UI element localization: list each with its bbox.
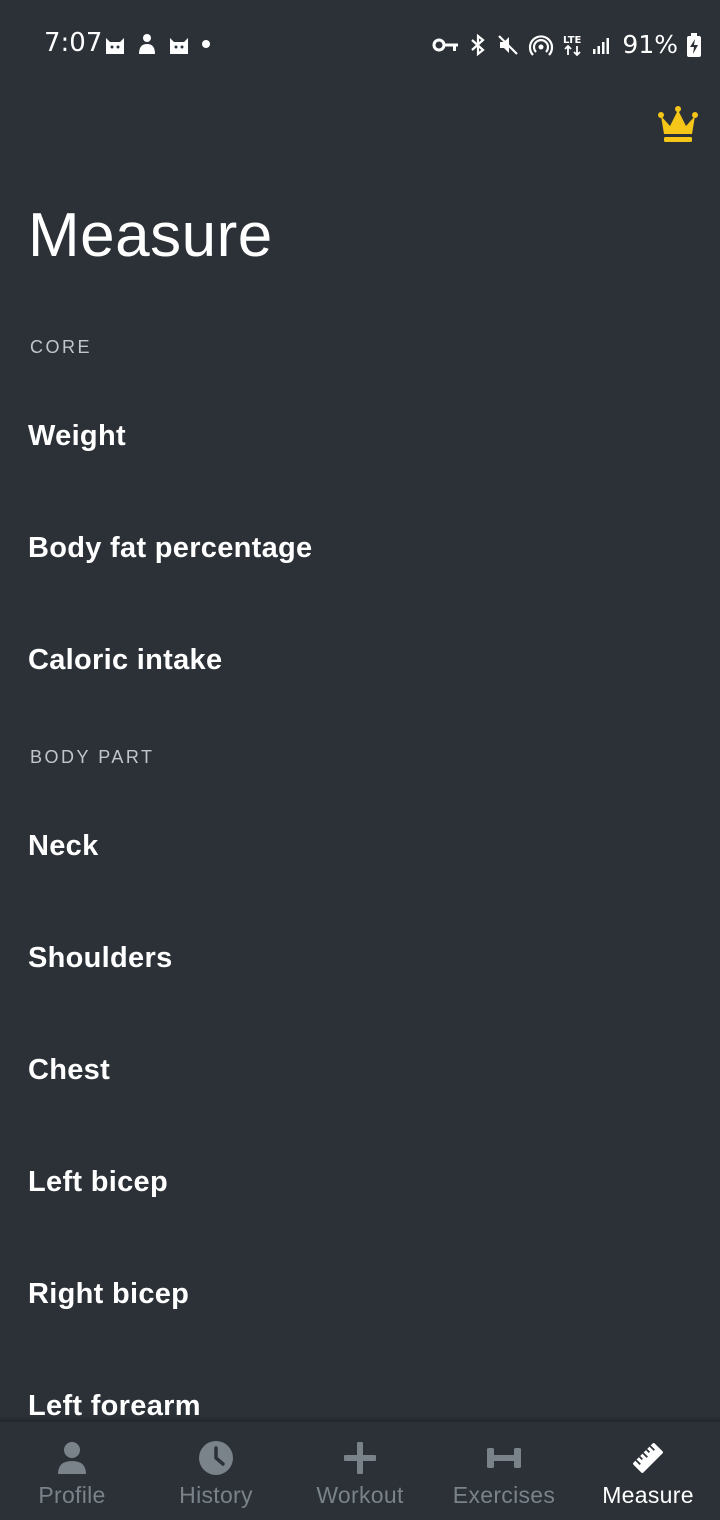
section-header-core: CORE xyxy=(30,337,93,357)
bluetooth-icon xyxy=(471,33,486,56)
system-icons: LTE 91% xyxy=(432,30,702,59)
list-item-chest[interactable]: Chest xyxy=(0,1014,720,1126)
crown-icon xyxy=(658,106,698,142)
cat-notification-icon xyxy=(170,38,188,54)
list-item-label: Neck xyxy=(28,829,99,862)
notification-icons xyxy=(103,32,213,56)
list-item-label: Left forearm xyxy=(28,1389,201,1422)
svg-text:LTE: LTE xyxy=(563,35,582,46)
list-item-label: Caloric intake xyxy=(28,643,223,676)
bottom-navigation: Profile History Workout Exercises Measur… xyxy=(0,1421,720,1520)
list-item-label: Right bicep xyxy=(28,1277,190,1310)
mute-icon xyxy=(498,34,519,55)
battery-charging-icon xyxy=(687,32,701,57)
person-notification-icon xyxy=(139,34,155,54)
battery-percent: 91% xyxy=(622,30,678,59)
nav-profile[interactable]: Profile xyxy=(0,1422,144,1520)
list-item-shoulders[interactable]: Shoulders xyxy=(0,902,720,1014)
nav-label-profile: Profile xyxy=(38,1482,106,1508)
dumbbell-icon xyxy=(484,1438,524,1478)
ruler-icon xyxy=(628,1438,668,1478)
nav-label-history: History xyxy=(179,1482,253,1508)
dot-icon xyxy=(202,40,210,48)
nav-workout[interactable]: Workout xyxy=(288,1422,432,1520)
list-item-body-fat-percentage[interactable]: Body fat percentage xyxy=(0,492,720,604)
nav-measure[interactable]: Measure xyxy=(576,1422,720,1520)
clock-icon xyxy=(196,1438,236,1478)
premium-crown-button[interactable] xyxy=(658,104,698,144)
list-item-label: Body fat percentage xyxy=(28,531,313,564)
list-item-label: Chest xyxy=(28,1053,111,1086)
nav-exercises[interactable]: Exercises xyxy=(432,1422,576,1520)
cat-notification-icon xyxy=(106,38,124,54)
status-bar: 7:07 LTE 91% xyxy=(0,0,720,90)
signal-icon xyxy=(593,37,610,54)
nav-label-measure: Measure xyxy=(602,1482,694,1508)
list-item-right-bicep[interactable]: Right bicep xyxy=(0,1238,720,1350)
nav-label-workout: Workout xyxy=(316,1482,404,1508)
list-item-neck[interactable]: Neck xyxy=(0,790,720,902)
status-time: 7:07 xyxy=(44,28,103,58)
section-header-body-part: BODY PART xyxy=(30,747,155,767)
nav-label-exercises: Exercises xyxy=(452,1482,556,1508)
plus-icon xyxy=(340,1438,380,1478)
list-item-weight[interactable]: Weight xyxy=(0,380,720,492)
hotspot-icon xyxy=(529,34,554,56)
list-item-label: Left bicep xyxy=(28,1165,168,1198)
list-item-label: Shoulders xyxy=(28,941,173,974)
vpn-key-icon xyxy=(432,38,459,51)
nav-history[interactable]: History xyxy=(144,1422,288,1520)
person-icon xyxy=(52,1438,92,1478)
lte-icon: LTE xyxy=(563,35,582,56)
list-item-left-bicep[interactable]: Left bicep xyxy=(0,1126,720,1238)
page-title: Measure xyxy=(28,201,273,270)
list-item-label: Weight xyxy=(28,419,126,452)
list-item-caloric-intake[interactable]: Caloric intake xyxy=(0,604,720,716)
